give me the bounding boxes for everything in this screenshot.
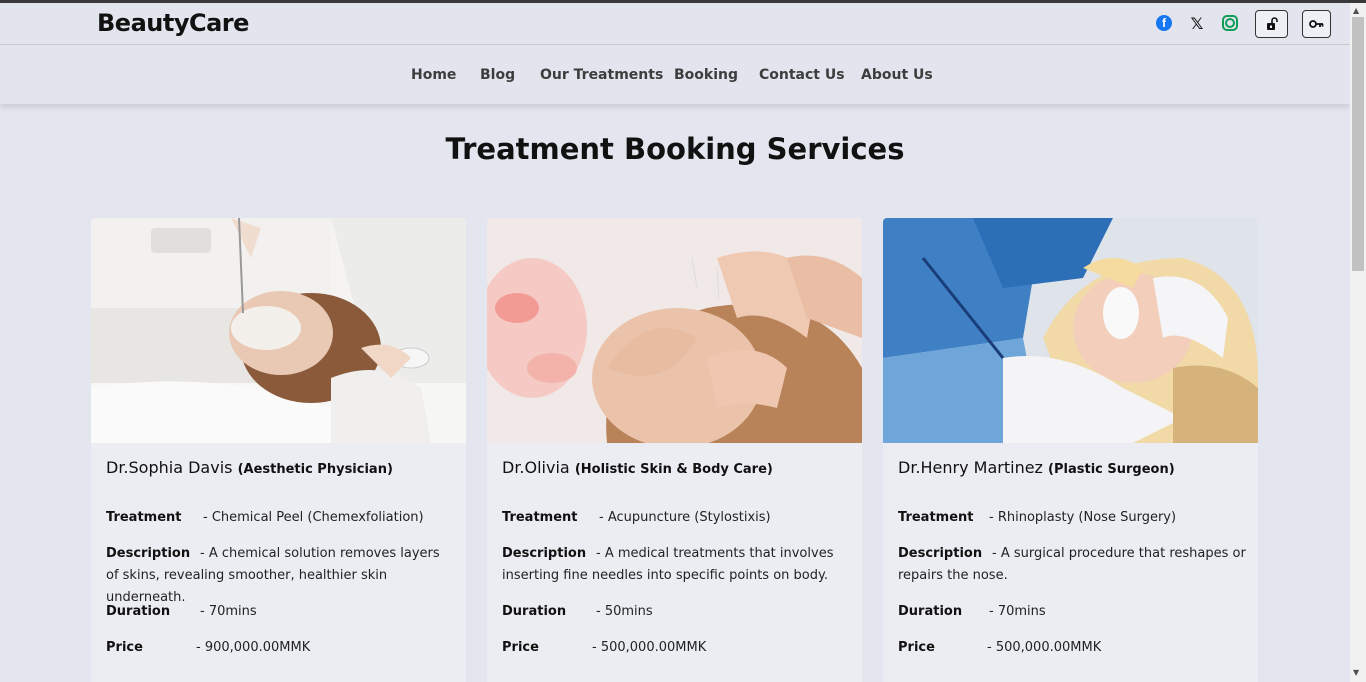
x-icon[interactable]: 𝕏 — [1189, 14, 1205, 33]
treatment-label: Treatment — [898, 510, 974, 525]
nav-blog[interactable]: Blog — [480, 67, 515, 83]
doctor-role: (Plastic Surgeon) — [1048, 462, 1175, 477]
price-label: Price — [106, 640, 143, 655]
duration-row: Duration - 50mins — [502, 601, 852, 623]
price-label: Price — [502, 640, 539, 655]
treatment-label: Treatment — [106, 510, 182, 525]
page-title: Treatment Booking Services — [445, 132, 905, 166]
treatment-card: Dr.Sophia Davis (Aesthetic Physician) Tr… — [91, 218, 466, 682]
dash: - — [203, 510, 212, 525]
dash: - — [989, 604, 998, 619]
register-button[interactable] — [1302, 10, 1331, 38]
treatment-row: Treatment - Rhinoplasty (Nose Surgery) — [898, 507, 1248, 529]
doctor-name: Dr.Henry Martinez (Plastic Surgeon) — [898, 458, 1175, 477]
treatment-photo — [487, 218, 862, 443]
description-label: Description — [898, 546, 983, 561]
treatment-value: Acupuncture (Stylostixis) — [607, 510, 771, 525]
duration-label: Duration — [898, 604, 963, 619]
price-row: Price - 500,000.00MMK — [502, 637, 852, 659]
treatment-row: Treatment - Acupuncture (Stylostixis) — [502, 507, 852, 529]
price-value: 500,000.00MMK — [600, 640, 707, 655]
scrollbar-thumb[interactable] — [1352, 17, 1364, 271]
description-row: Description - A medical treatments that i… — [502, 543, 852, 587]
dash: - — [596, 546, 605, 561]
scroll-up-icon[interactable]: ▲ — [1353, 6, 1359, 15]
dash: - — [987, 640, 996, 655]
main-nav: Home Blog Our Treatments Booking Contact… — [0, 46, 1350, 104]
key-icon — [1308, 20, 1323, 28]
duration-value: 70mins — [997, 604, 1046, 619]
price-value: 900,000.00MMK — [204, 640, 311, 655]
duration-label: Duration — [106, 604, 171, 619]
facebook-icon[interactable]: f — [1156, 15, 1172, 31]
duration-row: Duration - 70mins — [898, 601, 1248, 623]
description-label: Description — [106, 546, 191, 561]
description-label: Description — [502, 546, 587, 561]
duration-value: 70mins — [208, 604, 257, 619]
dash: - — [592, 640, 601, 655]
nav-our-treatments[interactable]: Our Treatments — [540, 67, 663, 83]
treatment-photo — [91, 218, 466, 443]
brand-logo[interactable]: BeautyCare — [97, 9, 249, 37]
doctor-name-text: Dr.Henry Martinez — [898, 458, 1043, 477]
doctor-name-text: Dr.Olivia — [502, 458, 570, 477]
price-value: 500,000.00MMK — [995, 640, 1102, 655]
doctor-name: Dr.Sophia Davis (Aesthetic Physician) — [106, 458, 393, 477]
scroll-down-icon[interactable]: ▼ — [1353, 668, 1359, 677]
treatment-label: Treatment — [502, 510, 578, 525]
login-button[interactable] — [1255, 10, 1288, 38]
price-label: Price — [898, 640, 935, 655]
treatment-card: Dr.Henry Martinez (Plastic Surgeon) Trea… — [883, 218, 1258, 682]
dash: - — [596, 604, 605, 619]
treatment-value: Rhinoplasty (Nose Surgery) — [997, 510, 1177, 525]
top-header: BeautyCare f 𝕏 — [0, 3, 1350, 45]
dash: - — [992, 546, 1001, 561]
doctor-name-text: Dr.Sophia Davis — [106, 458, 233, 477]
treatment-photo — [883, 218, 1258, 443]
doctor-role: (Aesthetic Physician) — [237, 462, 393, 477]
dash: - — [599, 510, 608, 525]
unlock-icon — [1266, 17, 1278, 30]
dash: - — [200, 604, 209, 619]
nav-booking[interactable]: Booking — [674, 67, 738, 83]
duration-row: Duration - 70mins — [106, 601, 456, 623]
dash: - — [200, 546, 209, 561]
treatment-row: Treatment - Chemical Peel (Chemexfoliatio… — [106, 507, 456, 529]
doctor-name: Dr.Olivia (Holistic Skin & Body Care) — [502, 458, 773, 477]
doctor-role: (Holistic Skin & Body Care) — [574, 462, 773, 477]
nav-about-us[interactable]: About Us — [861, 67, 933, 83]
dash: - — [196, 640, 205, 655]
price-row: Price - 500,000.00MMK — [898, 637, 1248, 659]
nav-contact-us[interactable]: Contact Us — [759, 67, 845, 83]
treatment-card: Dr.Olivia (Holistic Skin & Body Care) Tr… — [487, 218, 862, 682]
duration-label: Duration — [502, 604, 567, 619]
description-row: Description - A surgical procedure that r… — [898, 543, 1248, 587]
price-row: Price - 900,000.00MMK — [106, 637, 456, 659]
description-row: Description - A chemical solution removes… — [106, 543, 456, 609]
treatment-value: Chemical Peel (Chemexfoliation) — [211, 510, 424, 525]
dash: - — [989, 510, 998, 525]
instagram-icon[interactable] — [1222, 15, 1238, 31]
duration-value: 50mins — [604, 604, 653, 619]
nav-home[interactable]: Home — [411, 67, 456, 83]
